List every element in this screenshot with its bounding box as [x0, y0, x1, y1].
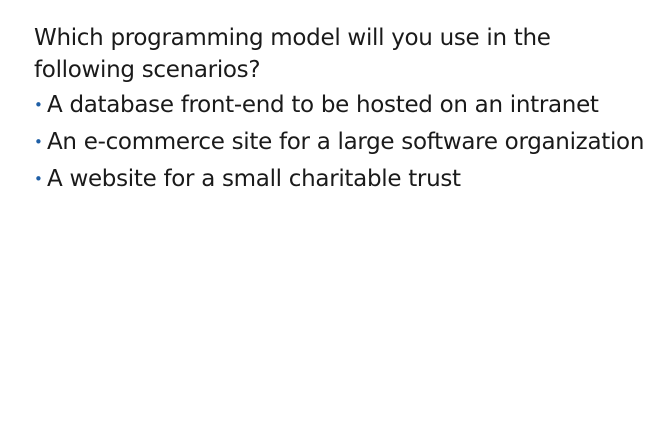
- list-item-label: A website for a small charitable trust: [47, 166, 461, 192]
- list-item: • A website for a small charitable trust: [34, 164, 654, 195]
- bullet-icon: •: [34, 170, 43, 188]
- question-text: Which programming model will you use in …: [34, 25, 551, 83]
- scenario-list: • A database front-end to be hosted on a…: [34, 90, 654, 201]
- list-item: • An e-commerce site for a large softwar…: [34, 127, 654, 158]
- list-item: • A database front-end to be hosted on a…: [34, 90, 654, 121]
- bullet-icon: •: [34, 133, 43, 151]
- list-item-label: An e-commerce site for a large software …: [47, 129, 645, 155]
- list-item-label: A database front-end to be hosted on an …: [47, 92, 599, 118]
- bullet-icon: •: [34, 96, 43, 114]
- slide: Which programming model will you use in …: [0, 0, 670, 447]
